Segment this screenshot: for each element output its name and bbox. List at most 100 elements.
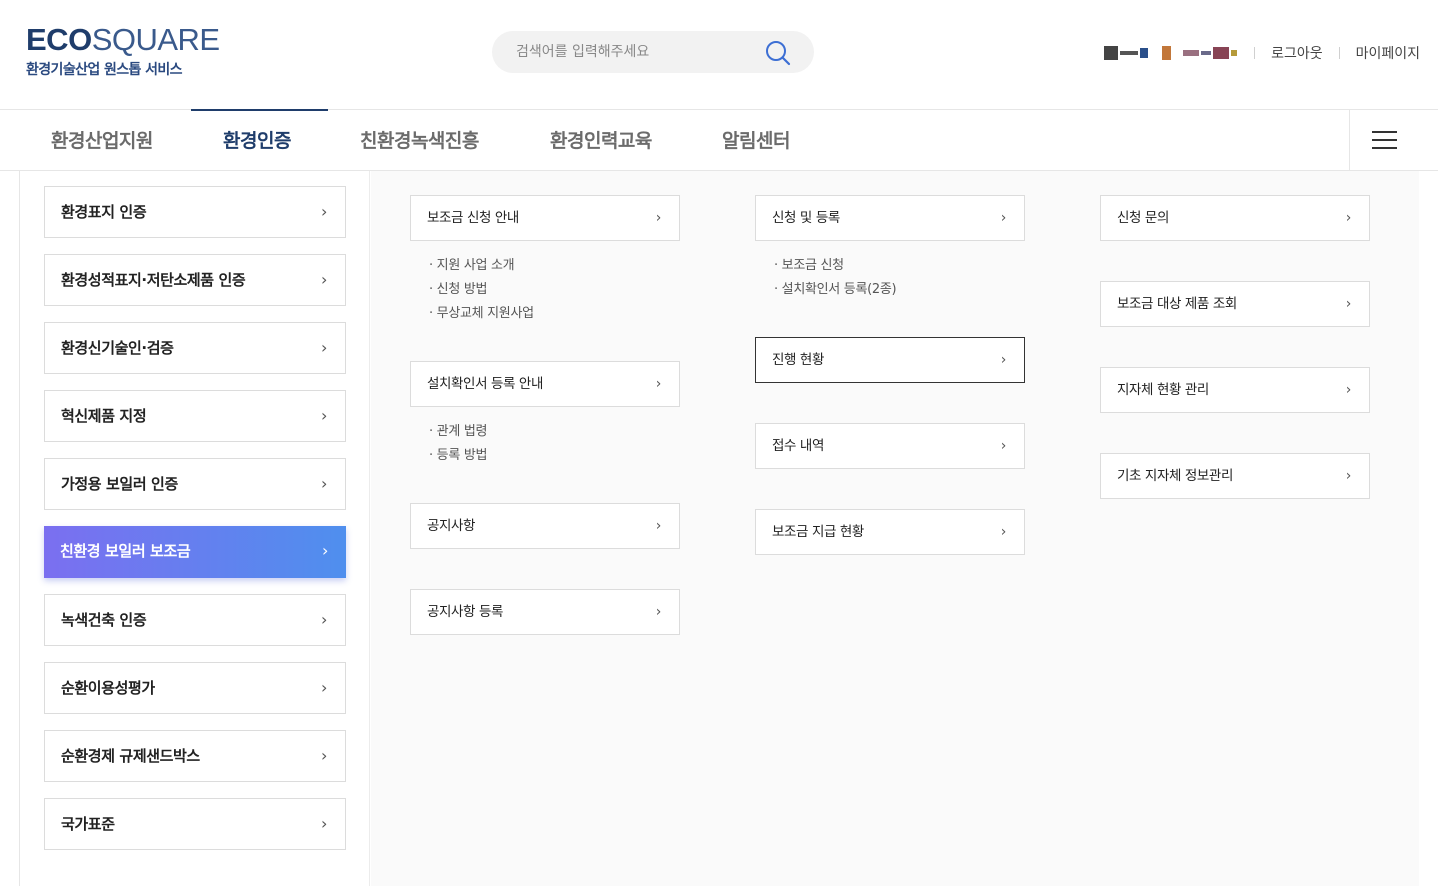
- local-gov-status-button[interactable]: 지자체 현황 관리 ›: [1100, 367, 1370, 413]
- subsidy-payment-button[interactable]: 보조금 지급 현황 ›: [755, 509, 1025, 555]
- redacted-block: [1104, 46, 1119, 60]
- chevron-right-icon: ›: [322, 541, 328, 560]
- chevron-right-icon: ›: [655, 376, 662, 392]
- sidebar-item-label: 혁신제품 지정: [61, 407, 147, 425]
- sidebar-item[interactable]: 혁신제품 지정 ›: [44, 390, 346, 442]
- apply-register-button[interactable]: 신청 및 등록 ›: [755, 195, 1025, 241]
- button-label: 공지사항: [427, 518, 476, 534]
- mega-menu-panel: 환경표지 인증 › 환경성적표지·저탄소제품 인증 › 환경신기술인·검증 › 혁신제…: [19, 171, 1419, 886]
- chevron-right-icon: ›: [321, 270, 327, 289]
- gnb-item-industry-support[interactable]: 환경산업지원: [51, 110, 153, 170]
- sidebar-item[interactable]: 순환이용성평가 ›: [44, 662, 346, 714]
- sublink[interactable]: · 신청 방법: [429, 278, 534, 302]
- gnb-item-certification[interactable]: 환경인증: [223, 110, 291, 170]
- user-area: 로그아웃 마이페이지: [1104, 42, 1420, 64]
- chevron-right-icon: ›: [1345, 210, 1352, 226]
- chevron-right-icon: ›: [1345, 296, 1352, 312]
- logout-link[interactable]: 로그아웃: [1271, 43, 1323, 63]
- sublink[interactable]: · 등록 방법: [429, 444, 487, 468]
- sidebar-item-label: 순환경제 규제샌드박스: [61, 747, 200, 765]
- redacted-block: [1183, 50, 1200, 56]
- apply-register-links: · 보조금 신청 · 설치확인서 등록(2종): [774, 254, 897, 302]
- search-icon[interactable]: [764, 39, 792, 67]
- sublink[interactable]: · 지원 사업 소개: [429, 254, 534, 278]
- install-guide-links: · 관계 법령 · 등록 방법: [429, 420, 487, 468]
- chevron-right-icon: ›: [655, 210, 662, 226]
- gnb-item-green-promotion[interactable]: 친환경녹색진흥: [360, 110, 479, 170]
- chevron-right-icon: ›: [1000, 210, 1007, 226]
- button-label: 진행 현황: [772, 352, 824, 368]
- search-input[interactable]: [516, 41, 756, 63]
- notice-button[interactable]: 공지사항 ›: [410, 503, 680, 549]
- redacted-block: [1231, 50, 1238, 56]
- chevron-right-icon: ›: [321, 338, 327, 357]
- chevron-right-icon: ›: [321, 610, 327, 629]
- logo-eco: ECO: [26, 22, 92, 57]
- sidebar-item[interactable]: 녹색건축 인증 ›: [44, 594, 346, 646]
- redacted-block: [1162, 46, 1172, 60]
- sidebar-item-label: 환경표지 인증: [61, 203, 147, 221]
- sidebar-item-label: 환경성적표지·저탄소제품 인증: [61, 271, 246, 289]
- mypage-link[interactable]: 마이페이지: [1356, 43, 1420, 63]
- chevron-right-icon: ›: [321, 814, 327, 833]
- sidebar-item[interactable]: 국가표준 ›: [44, 798, 346, 850]
- sidebar: 환경표지 인증 › 환경성적표지·저탄소제품 인증 › 환경신기술인·검증 › 혁신제…: [20, 171, 370, 886]
- subsidy-guide-links: · 지원 사업 소개 · 신청 방법 · 무상교체 지원사업: [429, 254, 534, 326]
- global-nav: 환경산업지원 환경인증 친환경녹색진흥 환경인력교육 알림센터: [0, 109, 1438, 171]
- search-box: [492, 31, 814, 73]
- sidebar-item-label: 가정용 보일러 인증: [61, 475, 178, 493]
- button-label: 신청 및 등록: [772, 210, 840, 226]
- install-guide-button[interactable]: 설치확인서 등록 안내 ›: [410, 361, 680, 407]
- chevron-right-icon: ›: [655, 604, 662, 620]
- sidebar-item[interactable]: 환경신기술인·검증 ›: [44, 322, 346, 374]
- chevron-right-icon: ›: [321, 746, 327, 765]
- chevron-right-icon: ›: [321, 406, 327, 425]
- inquiry-button[interactable]: 신청 문의 ›: [1100, 195, 1370, 241]
- basic-local-gov-button[interactable]: 기초 지자체 정보관리 ›: [1100, 453, 1370, 499]
- user-name-redacted: [1104, 43, 1238, 63]
- gnb-item-education[interactable]: 환경인력교육: [550, 110, 652, 170]
- sidebar-item-active[interactable]: 친환경 보일러 보조금 ›: [44, 526, 346, 578]
- button-label: 보조금 대상 제품 조회: [1117, 296, 1237, 312]
- sidebar-item[interactable]: 환경성적표지·저탄소제품 인증 ›: [44, 254, 346, 306]
- sidebar-item-label: 환경신기술인·검증: [61, 339, 174, 357]
- notice-register-button[interactable]: 공지사항 등록 ›: [410, 589, 680, 635]
- sublink[interactable]: · 보조금 신청: [774, 254, 896, 278]
- logo-square: SQUARE: [91, 22, 220, 57]
- redacted-block: [1140, 48, 1149, 58]
- sidebar-item[interactable]: 환경표지 인증 ›: [44, 186, 346, 238]
- progress-status-button[interactable]: 진행 현황 ›: [755, 337, 1025, 383]
- sidebar-item[interactable]: 순환경제 규제샌드박스 ›: [44, 730, 346, 782]
- divider: [1338, 47, 1340, 59]
- button-label: 지자체 현황 관리: [1117, 382, 1209, 398]
- sidebar-item-label: 친환경 보일러 보조금: [60, 542, 191, 560]
- sidebar-item-label: 순환이용성평가: [61, 679, 155, 697]
- chevron-right-icon: ›: [321, 474, 327, 493]
- divider: [1254, 47, 1256, 59]
- chevron-right-icon: ›: [655, 518, 662, 534]
- submenu-area: 보조금 신청 안내 › · 지원 사업 소개 · 신청 방법 · 무상교체 지원사…: [371, 171, 1419, 886]
- button-label: 접수 내역: [772, 438, 824, 454]
- button-label: 공지사항 등록: [427, 604, 504, 620]
- sidebar-item-label: 국가표준: [61, 815, 115, 833]
- gnb-item-notice-center[interactable]: 알림센터: [722, 110, 790, 170]
- sidebar-item[interactable]: 가정용 보일러 인증 ›: [44, 458, 346, 510]
- hamburger-menu-icon[interactable]: [1349, 110, 1418, 170]
- sublink[interactable]: · 무상교체 지원사업: [429, 302, 534, 326]
- chevron-right-icon: ›: [1345, 382, 1352, 398]
- redacted-block: [1213, 47, 1230, 59]
- sublink[interactable]: · 관계 법령: [429, 420, 487, 444]
- receipt-history-button[interactable]: 접수 내역 ›: [755, 423, 1025, 469]
- button-label: 보조금 신청 안내: [427, 210, 519, 226]
- button-label: 신청 문의: [1117, 210, 1169, 226]
- sublink[interactable]: · 설치확인서 등록(2종): [774, 278, 897, 302]
- logo-wordmark: ECOSQUARE: [26, 24, 220, 56]
- button-label: 보조금 지급 현황: [772, 524, 864, 540]
- button-label: 설치확인서 등록 안내: [427, 376, 543, 392]
- logo[interactable]: ECOSQUARE 환경기술산업 원스톱 서비스: [26, 24, 220, 79]
- subsidy-guide-button[interactable]: 보조금 신청 안내 ›: [410, 195, 680, 241]
- chevron-right-icon: ›: [1000, 524, 1007, 540]
- chevron-right-icon: ›: [321, 202, 327, 221]
- button-label: 기초 지자체 정보관리: [1117, 468, 1233, 484]
- target-products-button[interactable]: 보조금 대상 제품 조회 ›: [1100, 281, 1370, 327]
